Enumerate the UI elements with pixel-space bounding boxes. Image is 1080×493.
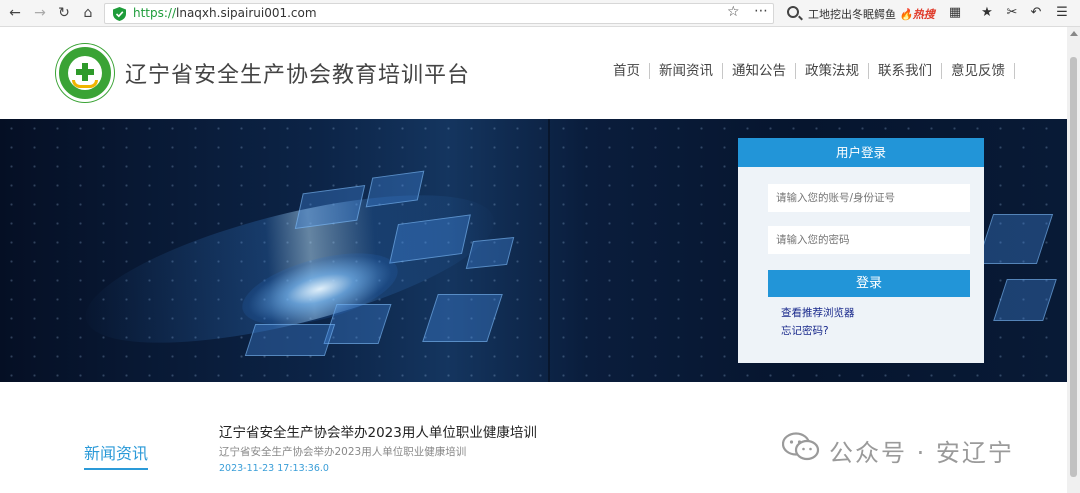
page-scrollbar[interactable]: [1067, 27, 1080, 493]
nav-item-home[interactable]: 首页: [604, 63, 650, 79]
menu-icon[interactable]: ☰: [1053, 4, 1071, 22]
nav-item-contact[interactable]: 联系我们: [869, 63, 942, 79]
shield-icon: [113, 7, 126, 21]
grid-icon[interactable]: ▦: [946, 4, 964, 22]
top-navigation: 首页 新闻资讯 通知公告 政策法规 联系我们 意见反馈: [604, 63, 1015, 79]
logo-hands: [72, 80, 98, 88]
watermark-text: 公众号 · 安辽宁: [829, 439, 1014, 467]
logo-emblem: [68, 56, 102, 90]
scroll-up-arrow[interactable]: [1070, 31, 1078, 36]
banner-panel: [244, 324, 336, 356]
more-icon[interactable]: ⋯: [754, 3, 768, 19]
search-suggestion: 工地挖出冬眠鳄鱼: [808, 8, 896, 21]
site-title: 辽宁省安全生产协会教育培训平台: [125, 63, 471, 88]
password-input[interactable]: [768, 226, 970, 254]
nav-item-notices[interactable]: 通知公告: [723, 63, 796, 79]
browser-toolbar: ← → ↻ ⌂ https://lnaqxh.sipairui001.com ☆…: [0, 0, 1080, 27]
hot-badge: 🔥热搜: [899, 8, 935, 21]
news-section-title[interactable]: 新闻资讯: [84, 440, 149, 470]
news-item-title[interactable]: 辽宁省安全生产协会举办2023用人单位职业健康培训: [219, 421, 537, 441]
banner-seam: [548, 119, 550, 382]
login-title: 用户登录: [738, 138, 984, 167]
account-input[interactable]: [768, 184, 970, 212]
reload-icon[interactable]: ↻: [55, 4, 73, 22]
search-box[interactable]: 工地挖出冬眠鳄鱼 🔥热搜: [780, 3, 940, 24]
bookmark-icon[interactable]: ★: [978, 4, 996, 22]
login-button[interactable]: 登录: [768, 270, 970, 297]
recommended-browser-link[interactable]: 查看推荐浏览器: [781, 305, 855, 320]
nav-item-news[interactable]: 新闻资讯: [650, 63, 723, 79]
url-text: https://lnaqxh.sipairui001.com: [133, 6, 317, 20]
nav-item-policies[interactable]: 政策法规: [796, 63, 869, 79]
site-header: 辽宁省安全生产协会教育培训平台 首页 新闻资讯 通知公告 政策法规 联系我们 意…: [0, 27, 1067, 119]
news-item-summary: 辽宁省安全生产协会举办2023用人单位职业健康培训: [219, 446, 467, 458]
login-panel: 用户登录 登录 查看推荐浏览器 忘记密码?: [738, 138, 984, 363]
undo-icon[interactable]: ↶: [1027, 4, 1045, 22]
logo-cross-bar: [76, 69, 94, 75]
banner-panel: [465, 236, 515, 270]
forward-arrow-icon[interactable]: →: [31, 4, 49, 22]
wechat-icon: [782, 432, 820, 461]
address-bar[interactable]: https://lnaqxh.sipairui001.com: [104, 3, 774, 24]
scissors-icon[interactable]: ✂: [1003, 4, 1021, 22]
forgot-password-link[interactable]: 忘记密码?: [781, 323, 829, 338]
site-logo[interactable]: [56, 44, 114, 102]
scroll-thumb[interactable]: [1070, 57, 1077, 477]
star-icon[interactable]: ☆: [727, 4, 740, 20]
home-icon[interactable]: ⌂: [79, 4, 97, 22]
back-arrow-icon[interactable]: ←: [6, 4, 24, 22]
nav-item-feedback[interactable]: 意见反馈: [942, 63, 1015, 79]
news-item-date: 2023-11-23 17:13:36.0: [219, 463, 329, 474]
search-icon: [787, 6, 799, 18]
